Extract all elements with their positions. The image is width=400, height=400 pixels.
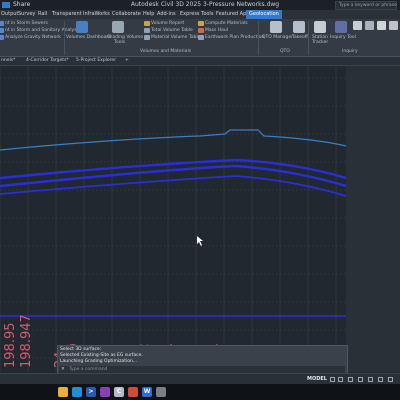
drawing-canvas[interactable]: 198.95198.94724239555318282412217	[0, 66, 346, 372]
ssa-item[interactable]: nt in Storm and Sanitary Analysis	[5, 28, 80, 34]
table-icon[interactable]	[389, 21, 398, 30]
total-volume-table-icon	[144, 28, 150, 33]
tab-rail[interactable]: Rail	[38, 10, 47, 19]
material-volume-table-icon	[144, 35, 150, 40]
existing-ground-profile	[0, 129, 346, 151]
qto-panel-label: QTO	[280, 49, 290, 54]
document-title: Autodesk Civil 3D 2025 3-Pressure Networ…	[130, 1, 280, 8]
station-label: 198.947	[19, 314, 34, 368]
mass-haul-icon	[198, 28, 204, 33]
title-bar: Share Autodesk Civil 3D 2025 3-Pressure …	[0, 0, 400, 10]
tab-output[interactable]: Output	[1, 10, 18, 19]
mass-haul-button[interactable]: Mass Haul	[205, 28, 228, 34]
inquiry-panel-label: Inquiry	[342, 49, 358, 54]
tab-transparent[interactable]: Transparent	[52, 10, 82, 19]
earthwork-plan-production-button[interactable]: Earthwork Plan Production	[205, 35, 264, 41]
tab-help[interactable]: Help	[143, 10, 154, 19]
autocad-c3d-icon[interactable]: C	[114, 387, 124, 397]
compute-materials-icon	[198, 21, 204, 26]
station-tracker-icon	[314, 21, 326, 33]
command-line-window[interactable]: Select 3D surface: Selected Existing-Sit…	[57, 345, 348, 375]
columns-icon[interactable]	[365, 21, 374, 30]
grading-volume-tools-icon	[112, 21, 124, 33]
new-tab-button[interactable]: +	[125, 57, 129, 65]
word-icon[interactable]: W	[142, 387, 152, 397]
material-volume-table-button[interactable]: Material Volume Table	[151, 35, 201, 41]
command-input-placeholder: Type a command	[69, 367, 108, 372]
share-button[interactable]: Share	[2, 1, 34, 9]
volumes-materials-panel-label: Volumes and Materials	[140, 49, 192, 54]
gravity-network-item[interactable]: Analyze Gravity Network	[5, 35, 61, 41]
search-input[interactable]: Type a keyword or phrase	[335, 1, 397, 10]
mouse-cursor-icon	[197, 236, 203, 246]
ribbon-separator	[64, 21, 65, 55]
volume-report-icon	[144, 21, 150, 26]
inquiry-tool-icon	[335, 21, 347, 33]
edge-icon[interactable]	[72, 387, 82, 397]
snap-toggle-icon[interactable]	[338, 377, 343, 382]
storm-sewers-item[interactable]: nt in Storm Sewers	[5, 21, 48, 27]
grid-view-icon[interactable]	[353, 21, 362, 30]
grading-volume-tools-label-2: Tools	[114, 40, 126, 45]
powershell-icon[interactable]: >	[86, 387, 96, 397]
ortho-toggle-icon[interactable]	[348, 377, 353, 382]
share-icon	[2, 2, 10, 8]
settings-icon[interactable]	[156, 387, 166, 397]
takeoff-button[interactable]: Takeoff	[292, 35, 308, 41]
grid-lines	[0, 66, 346, 372]
customize-icon[interactable]	[388, 377, 393, 382]
polar-toggle-icon[interactable]	[358, 377, 363, 382]
tab-infraworks[interactable]: InfraWorks	[83, 10, 110, 19]
chrome-icon[interactable]	[128, 387, 138, 397]
station-label: 198.95	[3, 323, 18, 369]
windows-taskbar: > C W	[0, 384, 400, 400]
inquiry-tool-button[interactable]: Inquiry Tool	[330, 35, 356, 41]
ribbon-separator	[308, 21, 309, 55]
compute-materials-button[interactable]: Compute Materials	[205, 21, 248, 27]
grid-toggle-icon[interactable]	[330, 377, 335, 382]
tab-express-tools[interactable]: Express Tools	[180, 10, 213, 19]
tab-geolocation[interactable]: Geolocation	[246, 10, 282, 19]
search-placeholder: Type a keyword or phrase	[339, 3, 397, 8]
tab-add-ins[interactable]: Add-ins	[157, 10, 176, 19]
file-tab[interactable]: 4-Corridor Targets*	[26, 57, 69, 65]
station-tracker-label-2: Tracker	[312, 40, 329, 45]
file-tab[interactable]: 5-Project Explorer	[76, 57, 116, 65]
tab-survey[interactable]: Survey	[18, 10, 35, 19]
annotation-scale-icon[interactable]	[378, 377, 383, 382]
profile-view: 198.95198.94724239555318282412217	[0, 66, 346, 372]
pipe-profile-bottom	[0, 175, 346, 197]
ribbon-panel: nt in Storm Sewers nt in Storm and Sanit…	[0, 19, 400, 57]
ribbon-tab-bar: Output Survey Rail Transparent InfraWorks Col…	[0, 10, 400, 19]
ribbon-separator	[258, 21, 259, 55]
word-glyph: W	[143, 388, 151, 395]
sheet-icon[interactable]	[377, 21, 386, 30]
file-explorer-icon[interactable]	[58, 387, 68, 397]
file-tab-bar: nnels* 4-Corridor Targets* 5-Project Explo…	[0, 57, 400, 66]
powershell-glyph: >	[88, 388, 94, 395]
civil3d-icon[interactable]	[100, 387, 110, 397]
ssa-icon	[0, 28, 4, 33]
volumes-dashboard-button[interactable]: Volumes Dashboard	[66, 35, 111, 41]
qto-manager-icon	[270, 21, 282, 33]
storm-sewers-icon	[0, 21, 4, 26]
osnap-toggle-icon[interactable]	[368, 377, 373, 382]
command-history-line: Launching Grading Optimization...	[60, 359, 138, 364]
tab-collaborate[interactable]: Collaborate	[112, 10, 141, 19]
file-tab[interactable]: nnels*	[1, 57, 15, 65]
gravity-network-icon	[0, 35, 4, 40]
volumes-dashboard-icon	[76, 21, 88, 33]
qto-manager-button[interactable]: QTO Manager	[262, 35, 293, 41]
command-input[interactable]: ✕ Type a command	[59, 366, 345, 373]
autocad-c3d-glyph: C	[116, 388, 122, 395]
share-label: Share	[13, 1, 31, 8]
takeoff-icon	[293, 21, 305, 33]
volume-report-button[interactable]: Volume Report	[151, 21, 184, 27]
right-margin-panel	[346, 66, 400, 372]
total-volume-table-button[interactable]: Total Volume Table	[151, 28, 193, 34]
earthwork-plan-icon	[198, 35, 204, 40]
close-icon[interactable]: ✕	[61, 366, 65, 373]
